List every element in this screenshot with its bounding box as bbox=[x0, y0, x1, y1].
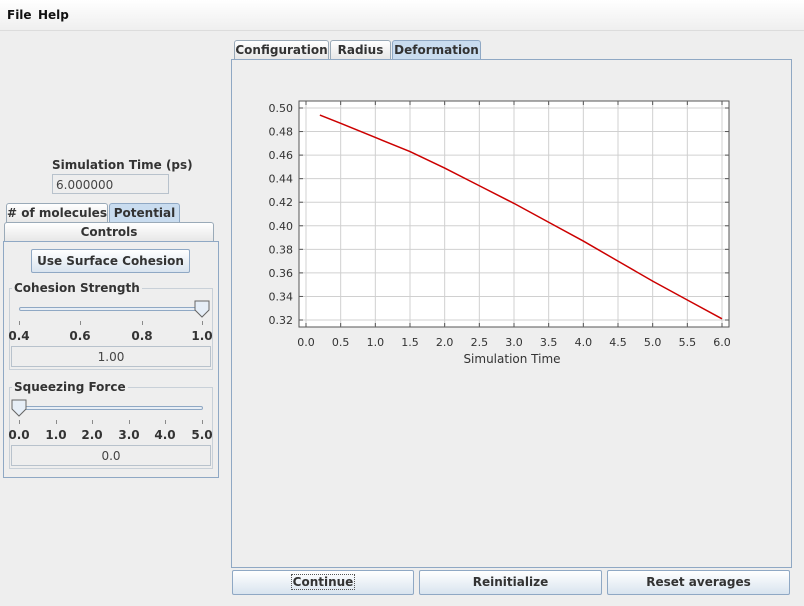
deformation-chart: 0.0 0.5 1.0 1.5 2.0 2.5 3.0 3.5 4.0 4.5 5.0 5.5 6.0 0… bbox=[269, 100, 731, 366]
x-tick-label: 1.0 bbox=[367, 336, 385, 349]
use-surface-cohesion-button[interactable]: Use Surface Cohesion bbox=[31, 249, 190, 273]
menu-file[interactable]: File bbox=[7, 8, 32, 22]
reset-averages-button[interactable]: Reset averages bbox=[607, 570, 790, 595]
squeezing-tick-mark bbox=[19, 420, 20, 424]
x-tick-label: 5.5 bbox=[679, 336, 697, 349]
cohesion-tick-label: 0.8 bbox=[131, 329, 153, 343]
x-tick-label: 2.5 bbox=[471, 336, 489, 349]
squeezing-tick-mark bbox=[129, 420, 130, 424]
squeezing-slider-track[interactable] bbox=[19, 406, 203, 410]
cohesion-tick-label: 0.6 bbox=[69, 329, 91, 343]
tab-radius[interactable]: Radius bbox=[330, 40, 391, 60]
squeezing-tick-label: 3.0 bbox=[118, 428, 140, 442]
y-tick-label: 0.38 bbox=[269, 243, 294, 256]
y-tick-label: 0.32 bbox=[269, 314, 294, 327]
squeezing-slider-thumb[interactable] bbox=[11, 399, 27, 417]
squeezing-force-title: Squeezing Force bbox=[12, 380, 128, 394]
squeezing-tick-mark bbox=[92, 420, 93, 424]
squeezing-tick-mark bbox=[202, 420, 203, 424]
menu-help[interactable]: Help bbox=[38, 8, 69, 22]
x-tick-label: 6.0 bbox=[713, 336, 731, 349]
x-tick-label: 0.0 bbox=[297, 336, 315, 349]
cohesion-slider-track[interactable] bbox=[19, 307, 203, 311]
y-tick-label: 0.46 bbox=[269, 149, 294, 162]
reinitialize-button[interactable]: Reinitialize bbox=[419, 570, 602, 595]
cohesion-tick-mark bbox=[80, 321, 81, 325]
x-tick-label: 3.0 bbox=[505, 336, 523, 349]
menu-bar: File Help bbox=[0, 0, 804, 31]
cohesion-strength-value: 1.00 bbox=[11, 346, 211, 367]
tab-controls[interactable]: Controls bbox=[4, 222, 214, 242]
cohesion-tick-label: 1.0 bbox=[191, 329, 213, 343]
y-tick-label: 0.42 bbox=[269, 196, 294, 209]
y-tick-label: 0.44 bbox=[269, 173, 294, 186]
squeezing-tick-label: 4.0 bbox=[154, 428, 176, 442]
tab-molecules[interactable]: # of molecules bbox=[6, 203, 108, 223]
cohesion-tick-label: 0.4 bbox=[8, 329, 30, 343]
x-tick-label: 4.5 bbox=[609, 336, 627, 349]
squeezing-force-value: 0.0 bbox=[11, 445, 211, 466]
x-tick-label: 3.5 bbox=[540, 336, 558, 349]
cohesion-tick-mark bbox=[142, 321, 143, 325]
y-tick-label: 0.36 bbox=[269, 267, 294, 280]
cohesion-strength-slider[interactable]: 0.4 0.6 0.8 1.0 bbox=[8, 300, 213, 346]
cohesion-strength-title: Cohesion Strength bbox=[12, 281, 142, 295]
cohesion-tick-mark bbox=[19, 321, 20, 325]
x-tick-label: 1.5 bbox=[401, 336, 419, 349]
squeezing-tick-label: 2.0 bbox=[81, 428, 103, 442]
squeezing-tick-mark bbox=[56, 420, 57, 424]
y-tick-label: 0.50 bbox=[269, 102, 294, 115]
continue-button-label: Continue bbox=[290, 574, 356, 590]
simulation-time-field: 6.000000 bbox=[52, 174, 169, 194]
continue-button[interactable]: Continue bbox=[232, 570, 414, 595]
cohesion-slider-thumb[interactable] bbox=[194, 300, 210, 318]
squeezing-tick-label: 5.0 bbox=[191, 428, 213, 442]
y-tick-label: 0.34 bbox=[269, 290, 294, 303]
cohesion-tick-mark bbox=[202, 321, 203, 325]
tab-potential[interactable]: Potential bbox=[109, 203, 180, 223]
y-tick-label: 0.40 bbox=[269, 220, 294, 233]
simulation-time-label: Simulation Time (ps) bbox=[52, 158, 193, 172]
x-axis-label: Simulation Time bbox=[463, 352, 560, 366]
squeezing-force-slider[interactable]: 0.0 1.0 2.0 3.0 4.0 5.0 bbox=[8, 399, 213, 445]
x-tick-label: 4.0 bbox=[575, 336, 593, 349]
tab-configuration[interactable]: Configuration bbox=[234, 40, 329, 60]
x-tick-label: 2.0 bbox=[436, 336, 454, 349]
tab-deformation[interactable]: Deformation bbox=[392, 40, 481, 60]
squeezing-tick-label: 1.0 bbox=[45, 428, 67, 442]
squeezing-tick-label: 0.0 bbox=[8, 428, 30, 442]
y-tick-label: 0.48 bbox=[269, 126, 294, 139]
x-tick-label: 5.0 bbox=[644, 336, 662, 349]
squeezing-tick-mark bbox=[165, 420, 166, 424]
x-tick-label: 0.5 bbox=[332, 336, 350, 349]
